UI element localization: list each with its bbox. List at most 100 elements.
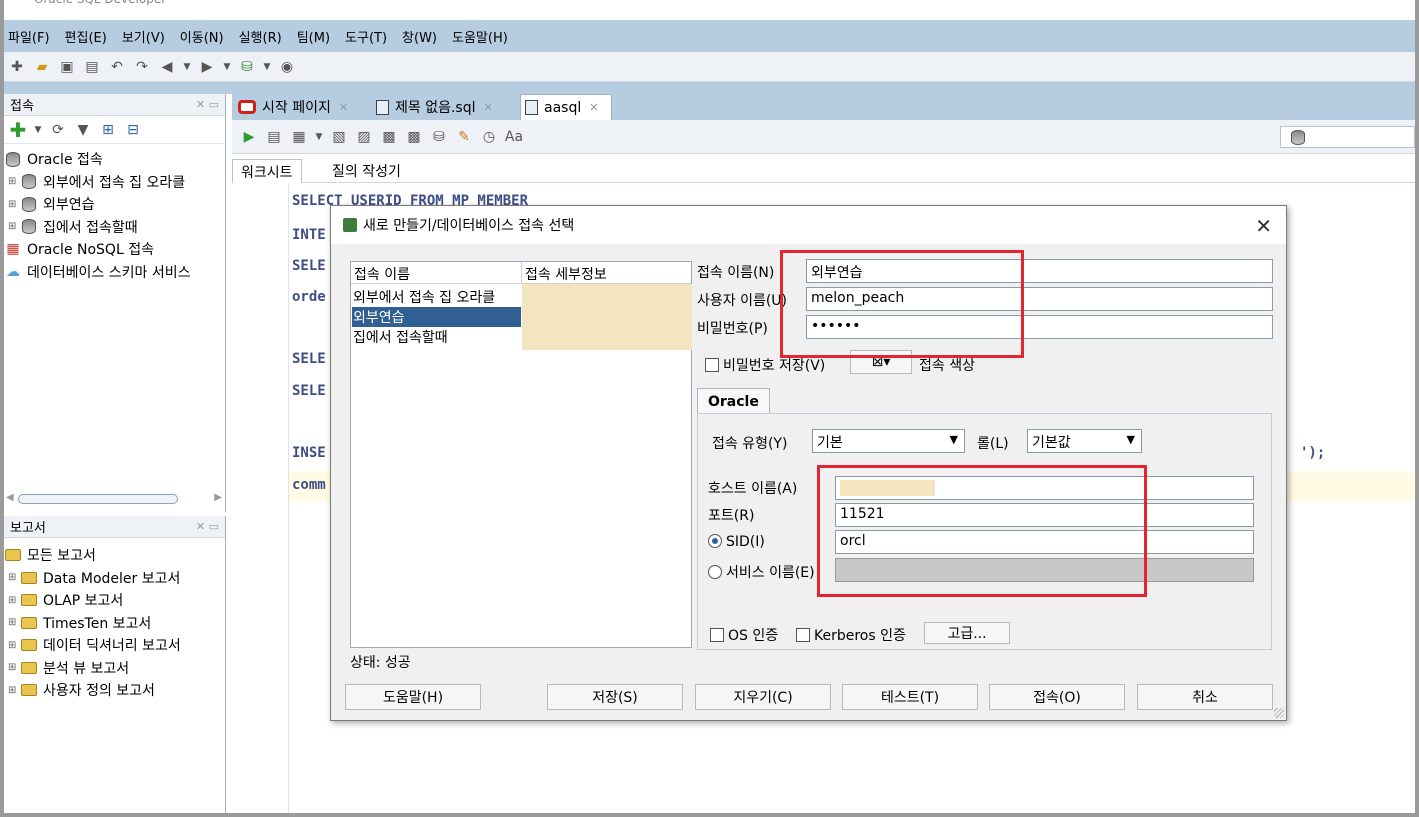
menu-navigate[interactable]: 이동(N) bbox=[180, 27, 224, 46]
menu-edit[interactable]: 편집(E) bbox=[65, 27, 107, 46]
cancel-button[interactable]: 취소 bbox=[1137, 684, 1273, 710]
sql-dropdown-icon[interactable]: ▼ bbox=[261, 56, 273, 78]
tree-item-report[interactable]: ⊞ OLAP 보고서 bbox=[4, 589, 225, 612]
tree-item-report[interactable]: ⊞ TimesTen 보고서 bbox=[4, 612, 225, 635]
rollback-icon[interactable]: ▩ bbox=[403, 126, 425, 148]
undo-icon[interactable]: ↶ bbox=[106, 56, 128, 78]
horizontal-scrollbar[interactable]: ◀ ▶ bbox=[4, 492, 224, 506]
column-header-name[interactable]: 접속 이름 bbox=[354, 264, 410, 284]
run-script-icon[interactable]: ▤ bbox=[263, 126, 285, 148]
service-radio[interactable]: 서비스 이름(E) bbox=[708, 562, 815, 582]
expand-icon[interactable]: ⊞ bbox=[8, 595, 20, 606]
folder-icon bbox=[20, 660, 38, 676]
binoculars-icon[interactable]: ◉ bbox=[276, 56, 298, 78]
expand-icon[interactable]: ⊞ bbox=[8, 199, 20, 210]
panel-minimize-icon[interactable]: ✕ ▭ bbox=[196, 98, 219, 111]
tree-item-report[interactable]: ⊞ 데이터 딕셔너리 보고서 bbox=[4, 634, 225, 657]
scrollbar-thumb[interactable] bbox=[18, 494, 178, 504]
forward-icon[interactable]: ▶ bbox=[196, 56, 218, 78]
resize-grip-icon[interactable] bbox=[1274, 708, 1284, 718]
sid-radio[interactable]: SID(I) bbox=[708, 534, 765, 550]
add-connection-icon[interactable]: ✚ bbox=[7, 118, 29, 142]
folder-icon bbox=[20, 637, 38, 653]
tree-item-connection[interactable]: ⊞ 외부연습 bbox=[4, 193, 225, 216]
refresh-icon[interactable]: ⟳ bbox=[47, 119, 69, 141]
open-folder-icon[interactable]: ▰ bbox=[31, 56, 53, 78]
connection-list-item-selected[interactable]: 외부연습 bbox=[352, 307, 521, 327]
tree-item-all-reports[interactable]: 모든 보고서 bbox=[4, 544, 225, 567]
collapse-icon[interactable]: ⊟ bbox=[122, 119, 144, 141]
tree-item-report[interactable]: ⊞ 사용자 정의 보고서 bbox=[4, 679, 225, 702]
connection-list-item[interactable]: 집에서 접속할때 bbox=[352, 327, 521, 347]
os-auth-checkbox[interactable]: OS 인증 bbox=[710, 625, 778, 645]
menu-help[interactable]: 도움말(H) bbox=[452, 27, 508, 46]
connection-selector[interactable] bbox=[1280, 126, 1415, 148]
new-icon[interactable]: ✚ bbox=[6, 56, 28, 78]
close-icon[interactable]: ✕ bbox=[339, 101, 348, 114]
advanced-button[interactable]: 고급... bbox=[924, 622, 1010, 644]
expand-icon[interactable]: ⊞ bbox=[8, 176, 20, 187]
back-dropdown-icon[interactable]: ▼ bbox=[181, 56, 193, 78]
menu-view[interactable]: 보기(V) bbox=[122, 27, 165, 46]
tree-item-schema-service[interactable]: ☁ 데이터베이스 스키마 서비스 bbox=[4, 261, 225, 284]
commit-icon[interactable]: ▩ bbox=[378, 126, 400, 148]
tab-aasql[interactable]: aasql ✕ bbox=[520, 94, 612, 120]
tab-query-builder[interactable]: 질의 작성기 bbox=[324, 159, 409, 183]
test-button[interactable]: 테스트(T) bbox=[842, 684, 978, 710]
tree-item-oracle-connections[interactable]: Oracle 접속 bbox=[4, 148, 225, 171]
kerberos-checkbox[interactable]: Kerberos 인증 bbox=[796, 625, 906, 645]
menu-run[interactable]: 실행(R) bbox=[239, 27, 282, 46]
menu-file[interactable]: 파일(F) bbox=[8, 27, 50, 46]
sql-worksheet-icon[interactable]: ⛁ bbox=[236, 56, 258, 78]
tree-item-connection[interactable]: ⊞ 외부에서 접속 집 오라클 bbox=[4, 171, 225, 194]
close-icon[interactable]: ✕ bbox=[589, 101, 598, 114]
explain-plan-icon[interactable]: ▧ bbox=[328, 126, 350, 148]
tab-worksheet[interactable]: 워크시트 bbox=[232, 159, 302, 183]
conn-type-select[interactable]: 기본 ▼ bbox=[812, 429, 965, 453]
connection-list-item[interactable]: 외부에서 접속 집 오라클 bbox=[352, 287, 521, 307]
tab-start-page[interactable]: 시작 페이지 ✕ bbox=[234, 94, 368, 120]
column-header-details[interactable]: 접속 세부정보 bbox=[525, 264, 607, 284]
tree-item-report[interactable]: ⊞ 분석 뷰 보고서 bbox=[4, 657, 225, 680]
expand-icon[interactable]: ⊞ bbox=[8, 662, 20, 673]
back-icon[interactable]: ◀ bbox=[156, 56, 178, 78]
autotrace-icon[interactable]: ▦ bbox=[288, 126, 310, 148]
tab-untitled-sql[interactable]: 제목 없음.sql ✕ bbox=[372, 94, 518, 120]
tab-oracle[interactable]: Oracle bbox=[697, 388, 770, 414]
tree-item-nosql[interactable]: ▦ Oracle NoSQL 접속 bbox=[4, 238, 225, 261]
menu-window[interactable]: 창(W) bbox=[402, 27, 437, 46]
close-icon[interactable]: ✕ bbox=[1255, 214, 1272, 238]
schema-browser-icon[interactable]: ⊞ bbox=[97, 119, 119, 141]
panel-minimize-icon[interactable]: ✕ ▭ bbox=[196, 520, 219, 533]
clear-icon[interactable]: ✎ bbox=[453, 126, 475, 148]
menu-tools[interactable]: 도구(T) bbox=[345, 27, 387, 46]
run-statement-icon[interactable]: ▶ bbox=[238, 126, 260, 148]
expand-icon[interactable]: ⊞ bbox=[8, 221, 20, 232]
conn-name-label: 접속 이름(N) bbox=[697, 265, 775, 281]
save-password-checkbox[interactable]: 비밀번호 저장(V) bbox=[705, 355, 825, 375]
connect-button[interactable]: 접속(O) bbox=[989, 684, 1125, 710]
save-button[interactable]: 저장(S) bbox=[547, 684, 683, 710]
sql-tuning-icon[interactable]: ▨ bbox=[353, 126, 375, 148]
tree-item-report[interactable]: ⊞ Data Modeler 보고서 bbox=[4, 567, 225, 590]
redo-icon[interactable]: ↷ bbox=[131, 56, 153, 78]
dropdown-icon[interactable]: ▼ bbox=[313, 126, 325, 148]
menu-team[interactable]: 팀(M) bbox=[297, 27, 330, 46]
expand-icon[interactable]: ⊞ bbox=[8, 640, 20, 651]
clear-button[interactable]: 지우기(C) bbox=[695, 684, 831, 710]
expand-icon[interactable]: ⊞ bbox=[8, 617, 20, 628]
forward-dropdown-icon[interactable]: ▼ bbox=[221, 56, 233, 78]
add-dropdown-icon[interactable]: ▼ bbox=[32, 119, 44, 141]
format-icon[interactable]: Aa bbox=[503, 126, 525, 148]
expand-icon[interactable]: ⊞ bbox=[8, 572, 20, 583]
expand-icon[interactable]: ⊞ bbox=[8, 685, 20, 696]
filter-icon[interactable]: ▼ bbox=[72, 119, 94, 141]
role-select[interactable]: 기본값 ▼ bbox=[1027, 429, 1142, 453]
tree-item-connection[interactable]: ⊞ 집에서 접속할때 bbox=[4, 216, 225, 239]
save-all-icon[interactable]: ▤ bbox=[81, 56, 103, 78]
help-button[interactable]: 도움말(H) bbox=[345, 684, 481, 710]
save-icon[interactable]: ▣ bbox=[56, 56, 78, 78]
history-icon[interactable]: ◷ bbox=[478, 126, 500, 148]
close-icon[interactable]: ✕ bbox=[484, 101, 493, 114]
unshared-icon[interactable]: ⛁ bbox=[428, 126, 450, 148]
